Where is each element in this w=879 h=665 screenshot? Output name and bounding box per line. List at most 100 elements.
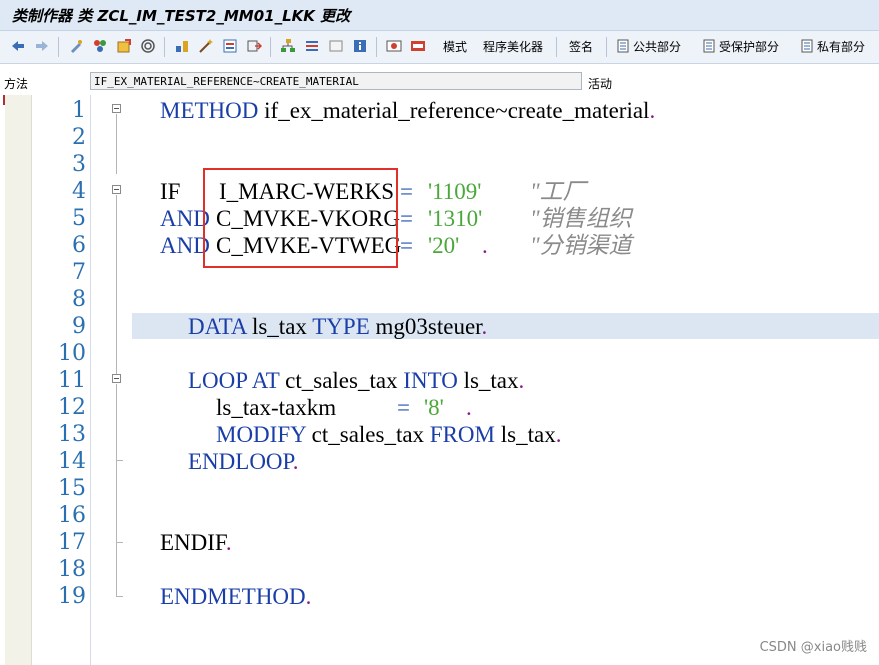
equals-sign: = xyxy=(397,395,410,420)
fold-toggle-icon[interactable] xyxy=(112,374,121,383)
line-number: 8 xyxy=(72,287,86,312)
pretty-printer-button[interactable]: 程序美化器 xyxy=(480,37,543,55)
line-number: 19 xyxy=(58,584,86,609)
line-number: 2 xyxy=(72,125,86,150)
title-bar: 类制作器 类 ZCL_IM_TEST2_MM01_LKK 更改 xyxy=(0,0,879,31)
keyword: ENDIF xyxy=(160,530,226,555)
fold-line xyxy=(116,384,117,460)
comment: "销售组织 xyxy=(530,206,632,231)
fold-line xyxy=(116,460,117,542)
private-section-button[interactable]: 私有部分 xyxy=(800,37,865,55)
watermark: CSDN @xiao贱贱 xyxy=(759,640,867,655)
navigation-window-icon[interactable] xyxy=(246,37,262,55)
keyword: TYPE xyxy=(312,314,370,339)
period: . xyxy=(481,314,488,339)
where-used-icon[interactable] xyxy=(174,37,190,55)
code-line-4: IF xyxy=(160,178,180,205)
string-literal: '20' xyxy=(428,233,460,258)
protected-section-button[interactable]: 受保护部分 xyxy=(702,37,779,55)
code-text: mg03steuer xyxy=(369,314,482,339)
toolbar-separator xyxy=(164,37,165,57)
stack-icon[interactable] xyxy=(304,37,320,55)
fold-toggle-icon[interactable] xyxy=(112,104,121,113)
forward-arrow-icon[interactable] xyxy=(34,37,50,55)
code-text: ls_tax xyxy=(495,422,556,447)
period: . xyxy=(518,368,525,393)
period: . xyxy=(292,449,299,474)
check-syntax-icon[interactable] xyxy=(92,37,108,55)
display-change-icon[interactable] xyxy=(68,37,84,55)
pretty-printer-label: 程序美化器 xyxy=(483,39,544,54)
pattern-icon[interactable] xyxy=(386,37,402,55)
test-icon[interactable] xyxy=(140,37,156,55)
code-line-12: ls_tax-taxkm xyxy=(216,394,336,421)
method-label: 方法 xyxy=(4,77,29,91)
keyword: DATA xyxy=(188,314,247,339)
keyword: LOOP AT xyxy=(188,368,280,393)
fold-line xyxy=(116,542,117,596)
keyword: ENDMETHOD xyxy=(160,584,306,609)
code-text: ls_tax xyxy=(246,314,313,339)
method-name-field[interactable]: IF_EX_MATERIAL_REFERENCE~CREATE_MATERIAL xyxy=(90,72,582,90)
string-literal: '1109' xyxy=(428,179,482,204)
line-number: 7 xyxy=(72,260,86,285)
line-number: 1 xyxy=(72,98,86,123)
info-icon[interactable] xyxy=(352,37,368,55)
breakpoint-marker xyxy=(3,95,5,105)
object-list-icon[interactable] xyxy=(222,37,238,55)
hierarchy-icon[interactable] xyxy=(280,37,296,55)
code-line-14: ENDLOOP. xyxy=(188,448,299,475)
code-text: ct_sales_tax xyxy=(279,368,404,393)
period: . xyxy=(305,584,312,609)
equals-sign: = xyxy=(400,179,413,204)
public-section-button[interactable]: 公共部分 xyxy=(616,37,681,55)
period: . xyxy=(649,98,656,123)
string-literal: '8' xyxy=(424,395,444,420)
line-number: 17 xyxy=(58,530,86,555)
mode-button[interactable]: 模式 xyxy=(440,37,467,55)
toolbar-separator xyxy=(606,37,607,57)
protected-section-label: 受保护部分 xyxy=(719,39,780,54)
line-number: 6 xyxy=(72,233,86,258)
application-toolbar: 模式 程序美化器 签名 公共部分 受保护部分 私有部分 xyxy=(0,31,879,64)
period: . xyxy=(482,233,488,258)
code-text: if_ex_material_reference~create_material xyxy=(258,98,650,123)
fold-end-tick xyxy=(116,542,123,543)
fold-toggle-icon[interactable] xyxy=(112,185,121,194)
line-number: 18 xyxy=(58,557,86,582)
status-text: 活动 xyxy=(588,77,613,91)
line-number: 15 xyxy=(58,476,86,501)
keyword: IF xyxy=(160,179,181,204)
activate-icon[interactable] xyxy=(116,37,132,55)
keyword: ENDLOOP xyxy=(188,449,293,474)
annotation-highlight-box xyxy=(203,168,398,268)
private-section-label: 私有部分 xyxy=(817,39,866,54)
line-number: 10 xyxy=(58,341,86,366)
equals-sign: = xyxy=(400,233,413,258)
toolbar-separator xyxy=(58,37,59,57)
document-icon xyxy=(801,39,813,53)
line-number: 4 xyxy=(72,179,86,204)
keyword: INTO xyxy=(403,368,458,393)
document-icon xyxy=(703,39,715,53)
pretty-printer-icon[interactable] xyxy=(410,37,426,55)
line-number: 14 xyxy=(58,449,86,474)
document-icon xyxy=(617,39,629,53)
fold-end-tick xyxy=(116,596,123,597)
keyword: FROM xyxy=(429,422,495,447)
window-title: 类制作器 类 ZCL_IM_TEST2_MM01_LKK 更改 xyxy=(12,7,351,25)
mode-label: 模式 xyxy=(443,39,468,54)
code-text: ct_sales_tax xyxy=(305,422,430,447)
line-number: 13 xyxy=(58,422,86,447)
fold-end-tick xyxy=(116,460,123,461)
fullscreen-icon[interactable] xyxy=(328,37,344,55)
string-literal: '1310' xyxy=(428,206,483,231)
toolbar-separator xyxy=(270,37,271,57)
line-number: 9 xyxy=(72,314,86,339)
method-field-row: 方法 IF_EX_MATERIAL_REFERENCE~CREATE_MATER… xyxy=(0,72,879,92)
signature-label: 签名 xyxy=(569,39,594,54)
signature-button[interactable]: 签名 xyxy=(566,37,593,55)
back-arrow-icon[interactable] xyxy=(10,37,26,55)
wand-icon[interactable] xyxy=(198,37,214,55)
equals-sign: = xyxy=(400,206,413,231)
